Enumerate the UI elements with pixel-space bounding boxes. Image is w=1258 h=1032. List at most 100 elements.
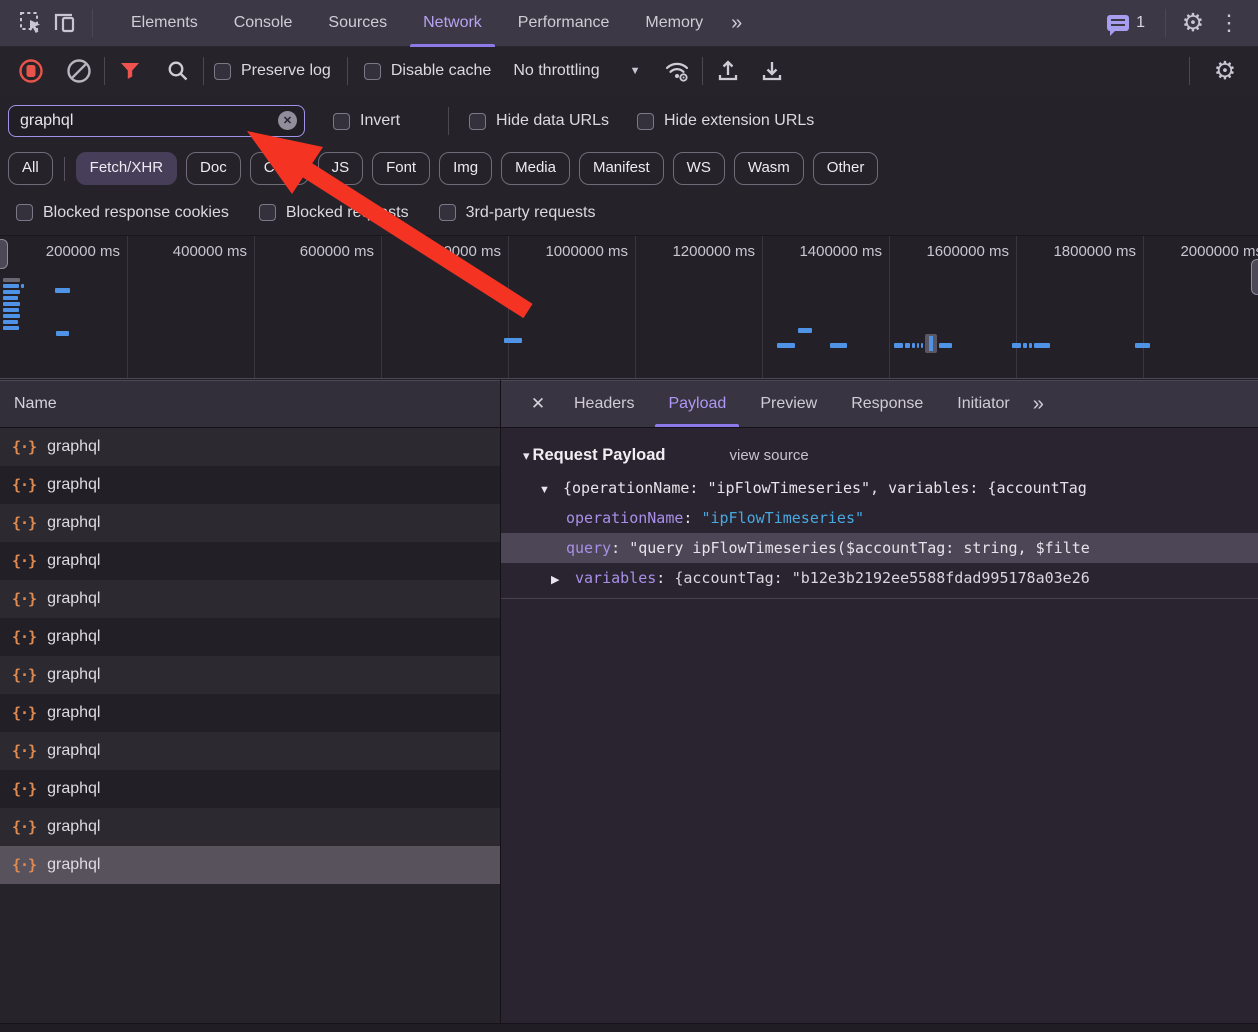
- payload-root-row[interactable]: ▼{operationName: "ipFlowTimeseries", var…: [501, 473, 1258, 503]
- request-row[interactable]: {·}graphql: [0, 618, 500, 656]
- request-row[interactable]: {·}graphql: [0, 808, 500, 846]
- search-icon[interactable]: [163, 56, 193, 86]
- filter-input-wrap: ✕: [8, 105, 305, 137]
- chip-js[interactable]: JS: [318, 152, 364, 185]
- tab-elements[interactable]: Elements: [113, 0, 216, 47]
- timeline-tick-label: 200000 ms: [46, 243, 120, 260]
- request-row[interactable]: {·}graphql: [0, 466, 500, 504]
- chip-img[interactable]: Img: [439, 152, 492, 185]
- chip-all[interactable]: All: [8, 152, 53, 185]
- blocked-response-cookies-checkbox[interactable]: [16, 204, 33, 221]
- hide-data-urls-toggle[interactable]: Hide data URLs: [469, 112, 609, 130]
- chip-wasm[interactable]: Wasm: [734, 152, 804, 185]
- timeline-tick-label: 800000 ms: [427, 243, 501, 260]
- request-name: graphql: [47, 780, 100, 798]
- request-row[interactable]: {·}graphql: [0, 770, 500, 808]
- detail-tab-initiator[interactable]: Initiator: [940, 381, 1026, 427]
- request-list: {·}graphql{·}graphql{·}graphql{·}graphql…: [0, 428, 500, 884]
- kebab-menu-icon[interactable]: ⋮: [1210, 10, 1248, 36]
- blocked-requests-toggle[interactable]: Blocked requests: [259, 204, 409, 222]
- waterfall-bar: [3, 326, 19, 330]
- request-row[interactable]: {·}graphql: [0, 580, 500, 618]
- collapsed-triangle-icon[interactable]: ▶: [551, 565, 575, 593]
- network-overview-timeline[interactable]: 200000 ms400000 ms600000 ms800000 ms1000…: [0, 235, 1258, 379]
- chip-doc[interactable]: Doc: [186, 152, 241, 185]
- clear-network-log-button[interactable]: [64, 56, 94, 86]
- issues-counter[interactable]: 1: [1107, 14, 1145, 32]
- inspect-element-icon[interactable]: [14, 6, 48, 40]
- hide-extension-urls-toggle[interactable]: Hide extension URLs: [637, 112, 814, 130]
- bottom-strip: [0, 1023, 1258, 1032]
- request-row[interactable]: {·}graphql: [0, 428, 500, 466]
- more-tabs-button[interactable]: »: [721, 0, 752, 47]
- detail-tab-payload[interactable]: Payload: [651, 381, 743, 427]
- invert-checkbox[interactable]: [333, 113, 350, 130]
- record-button[interactable]: [16, 56, 46, 86]
- blocked-response-cookies-toggle[interactable]: Blocked response cookies: [16, 204, 229, 222]
- request-row[interactable]: {·}graphql: [0, 656, 500, 694]
- chip-ws[interactable]: WS: [673, 152, 725, 185]
- chip-other[interactable]: Other: [813, 152, 879, 185]
- tab-memory[interactable]: Memory: [627, 0, 721, 47]
- chip-fetch-xhr[interactable]: Fetch/XHR: [76, 152, 177, 185]
- close-icon[interactable]: ✕: [519, 381, 557, 427]
- overview-right-grip[interactable]: [1251, 259, 1258, 295]
- timeline-tick-label: 400000 ms: [173, 243, 247, 260]
- invert-toggle[interactable]: Invert: [333, 112, 400, 130]
- request-row[interactable]: {·}graphql: [0, 694, 500, 732]
- chip-manifest[interactable]: Manifest: [579, 152, 664, 185]
- tab-network[interactable]: Network: [405, 0, 500, 47]
- collapse-triangle-icon[interactable]: ▾: [523, 448, 530, 464]
- tab-performance[interactable]: Performance: [500, 0, 628, 47]
- clear-filter-icon[interactable]: ✕: [278, 111, 297, 130]
- device-toolbar-icon[interactable]: [48, 6, 82, 40]
- blocked-requests-checkbox[interactable]: [259, 204, 276, 221]
- hide-extension-urls-checkbox[interactable]: [637, 113, 654, 130]
- detail-tab-headers[interactable]: Headers: [557, 381, 651, 427]
- json-resource-icon: {·}: [12, 818, 36, 836]
- request-name: graphql: [47, 742, 100, 760]
- request-row[interactable]: {·}graphql: [0, 542, 500, 580]
- 3rd-party-requests-toggle[interactable]: 3rd-party requests: [439, 204, 596, 222]
- query-key: query: [566, 539, 611, 557]
- payload-query-row[interactable]: query: "query ipFlowTimeseries($accountT…: [501, 533, 1258, 563]
- payload-variables-row[interactable]: ▶variables: {accountTag: "b12e3b2192ee55…: [501, 563, 1258, 593]
- preserve-log-toggle[interactable]: Preserve log: [214, 62, 331, 80]
- request-row[interactable]: {·}graphql: [0, 732, 500, 770]
- network-conditions-icon[interactable]: [662, 56, 692, 86]
- preserve-log-checkbox[interactable]: [214, 63, 231, 80]
- tab-sources[interactable]: Sources: [310, 0, 405, 47]
- more-detail-tabs-button[interactable]: »: [1027, 381, 1050, 427]
- divider: [203, 57, 204, 85]
- settings-gear-icon[interactable]: ⚙: [1176, 6, 1210, 40]
- export-har-icon[interactable]: [757, 56, 787, 86]
- filter-input[interactable]: [8, 105, 305, 137]
- 3rd-party-requests-checkbox[interactable]: [439, 204, 456, 221]
- timeline-tick-label: 1000000 ms: [545, 243, 628, 260]
- view-source-link[interactable]: view source: [730, 447, 809, 464]
- import-har-icon[interactable]: [713, 56, 743, 86]
- request-name: graphql: [47, 704, 100, 722]
- request-row[interactable]: {·}graphql: [0, 846, 500, 884]
- name-column-header[interactable]: Name: [0, 380, 500, 428]
- overview-left-grip[interactable]: [0, 239, 8, 269]
- chip-media[interactable]: Media: [501, 152, 570, 185]
- filter-icon[interactable]: [115, 56, 145, 86]
- network-settings-gear-icon[interactable]: ⚙: [1210, 56, 1240, 86]
- disable-cache-toggle[interactable]: Disable cache: [364, 62, 492, 80]
- throttling-dropdown[interactable]: No throttling ▼: [513, 62, 640, 80]
- detail-tab-preview[interactable]: Preview: [743, 381, 834, 427]
- request-name: graphql: [47, 666, 100, 684]
- request-row[interactable]: {·}graphql: [0, 504, 500, 542]
- request-name: graphql: [47, 552, 100, 570]
- hide-data-urls-checkbox[interactable]: [469, 113, 486, 130]
- expanded-triangle-icon[interactable]: ▼: [539, 475, 563, 503]
- disable-cache-checkbox[interactable]: [364, 63, 381, 80]
- tab-console[interactable]: Console: [216, 0, 311, 47]
- network-toolbar: Preserve log Disable cache No throttling…: [0, 47, 1258, 95]
- chip-font[interactable]: Font: [372, 152, 430, 185]
- divider: [702, 57, 703, 85]
- detail-tab-response[interactable]: Response: [834, 381, 940, 427]
- chip-css[interactable]: CSS: [250, 152, 309, 185]
- payload-operation-row[interactable]: operationName: "ipFlowTimeseries": [501, 503, 1258, 533]
